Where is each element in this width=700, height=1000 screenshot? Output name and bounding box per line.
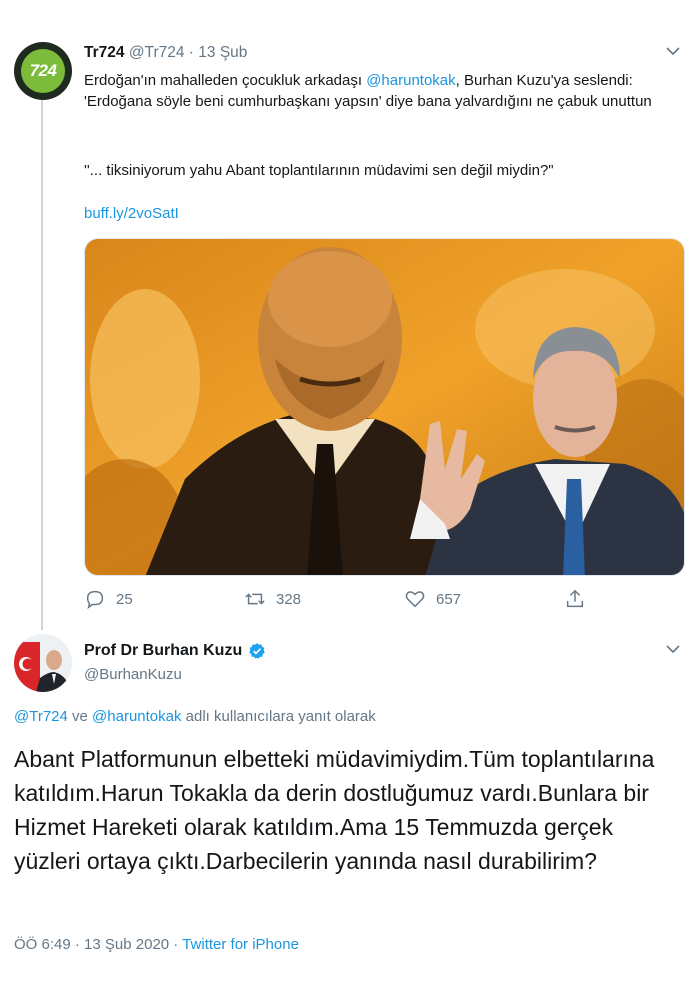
reply-button[interactable]: 25 [84, 588, 133, 610]
retweet-button[interactable]: 328 [244, 588, 301, 610]
tweet1-quote: ''... tiksiniyorum yahu Abant toplantıla… [84, 162, 554, 179]
tweet1-text-prefix: Erdoğan'ın mahalleden çocukluk arkadaşı [84, 72, 367, 89]
retweet-count: 328 [276, 590, 302, 608]
reply-icon [86, 590, 104, 610]
reply-suffix-text: adlı kullanıcılara yanıt olarak [181, 708, 376, 725]
tweet1-header: Tr724 @Tr724 · 13 Şub [84, 44, 247, 62]
reply-context: @Tr724 ve @haruntokak adlı kullanıcılara… [14, 708, 376, 725]
reply-mention-tr724[interactable]: @Tr724 [14, 708, 68, 725]
tweet1-link[interactable]: buff.ly/2voSatI [84, 205, 179, 222]
tweet2-author-handle[interactable]: @BurhanKuzu [84, 666, 182, 683]
like-count: 657 [436, 590, 462, 608]
meta-separator: · [70, 936, 85, 953]
tweet2-meta: ÖÖ 6:49 · 13 Şub 2020 · Twitter for iPho… [14, 936, 299, 953]
reply-count: 25 [116, 590, 133, 608]
chevron-down-icon[interactable] [664, 44, 682, 58]
retweet-icon [245, 593, 265, 605]
tweet2-author-name[interactable]: Prof Dr Burhan Kuzu [84, 642, 242, 660]
tweet1-date[interactable]: 13 Şub [198, 44, 247, 61]
tweet1-mention-link[interactable]: @haruntokak [366, 72, 455, 89]
share-icon [566, 589, 584, 608]
share-button[interactable] [564, 588, 586, 610]
tr724-logo-text: 724 [29, 61, 57, 80]
avatar-photo [14, 634, 72, 692]
burhankuzu-avatar[interactable] [14, 634, 72, 692]
verified-badge-icon [249, 643, 265, 659]
photo-illustration [85, 239, 684, 575]
like-button[interactable]: 657 [404, 588, 461, 610]
tr724-logo: 724 [21, 49, 65, 93]
tr724-avatar[interactable]: 724 [14, 42, 72, 100]
reply-mention-haruntokak[interactable]: @haruntokak [92, 708, 181, 725]
reply-and-text: ve [67, 708, 93, 725]
tweet1-author-handle[interactable]: @Tr724 [129, 44, 185, 61]
tweet1-text: Erdoğan'ın mahalleden çocukluk arkadaşı … [84, 70, 684, 112]
thread-connector-line [41, 94, 43, 630]
tweet2-text: Abant Platformunun elbetteki müdavimiydi… [14, 746, 655, 874]
tweet1-separator: · [188, 44, 194, 61]
tweet2-date[interactable]: 13 Şub 2020 [84, 936, 169, 953]
chevron-down-icon[interactable] [664, 642, 682, 656]
tweet1-actions: 25 328 657 [84, 588, 604, 612]
tweet2-author[interactable]: Prof Dr Burhan Kuzu [84, 642, 266, 660]
tweet1-author-name[interactable]: Tr724 [84, 44, 125, 61]
tweet2-time[interactable]: ÖÖ 6:49 [14, 936, 71, 953]
heart-icon [405, 591, 425, 608]
meta-separator: · [169, 936, 183, 953]
tweet1-photo[interactable] [84, 238, 685, 576]
tweet2-source-link[interactable]: Twitter for iPhone [182, 936, 299, 953]
